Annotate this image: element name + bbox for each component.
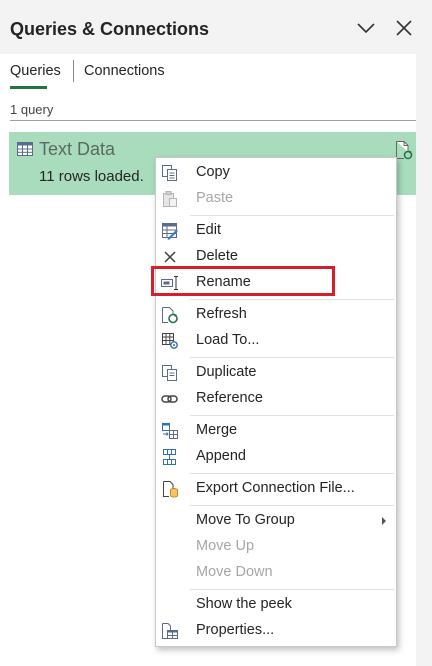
merge-icon bbox=[161, 422, 179, 440]
paste-icon bbox=[161, 190, 179, 208]
copy-icon bbox=[161, 164, 179, 182]
menu-item-properties[interactable]: Properties... bbox=[156, 619, 396, 643]
menu-item-label: Append bbox=[196, 448, 246, 464]
menu-item-label: Export Connection File... bbox=[196, 480, 355, 496]
tab-divider bbox=[73, 60, 74, 82]
menu-item-label: Copy bbox=[196, 164, 230, 180]
tab-bar: Queries Connections bbox=[0, 54, 416, 90]
menu-item-label: Duplicate bbox=[196, 364, 257, 380]
menu-item-show-the-peek[interactable]: Show the peek bbox=[156, 593, 396, 617]
menu-item-label: Merge bbox=[196, 422, 238, 438]
query-status: 11 rows loaded. bbox=[39, 168, 144, 185]
active-tab-indicator bbox=[10, 86, 47, 89]
menu-separator bbox=[190, 473, 394, 474]
menu-item-append[interactable]: Append bbox=[156, 445, 396, 469]
rename-highlight-box bbox=[151, 266, 335, 296]
menu-item-label: Properties... bbox=[196, 622, 275, 638]
menu-item-move-up[interactable]: Move Up bbox=[156, 535, 396, 559]
submenu-arrow-icon bbox=[382, 517, 386, 525]
document-refresh-icon[interactable] bbox=[395, 140, 413, 165]
close-icon bbox=[396, 20, 412, 36]
menu-item-label: Move Down bbox=[196, 564, 273, 580]
duplicate-icon bbox=[161, 364, 179, 382]
tab-queries[interactable]: Queries bbox=[10, 63, 61, 79]
pane-header: Queries & Connections bbox=[0, 0, 432, 54]
menu-item-label: Refresh bbox=[196, 306, 247, 322]
menu-item-paste[interactable]: Paste bbox=[156, 187, 396, 211]
refresh-icon bbox=[161, 306, 179, 324]
tab-connections[interactable]: Connections bbox=[84, 63, 165, 79]
edit-icon bbox=[161, 222, 179, 240]
query-name: Text Data bbox=[39, 139, 116, 159]
menu-item-label: Move To Group bbox=[196, 512, 295, 528]
menu-item-label: Move Up bbox=[196, 538, 255, 554]
menu-separator bbox=[190, 215, 394, 216]
menu-separator bbox=[190, 299, 394, 300]
export-connection-icon bbox=[161, 480, 179, 498]
menu-separator bbox=[190, 505, 394, 506]
menu-item-reference[interactable]: Reference bbox=[156, 387, 396, 411]
menu-item-label: Reference bbox=[196, 390, 263, 406]
menu-item-label: Load To... bbox=[196, 332, 260, 348]
menu-separator bbox=[190, 589, 394, 590]
menu-item-merge[interactable]: Merge bbox=[156, 419, 396, 443]
menu-item-label: Paste bbox=[196, 190, 234, 206]
menu-item-edit[interactable]: Edit bbox=[156, 219, 396, 243]
table-icon bbox=[17, 142, 33, 161]
menu-item-refresh[interactable]: Refresh bbox=[156, 303, 396, 327]
divider bbox=[10, 120, 416, 121]
menu-item-duplicate[interactable]: Duplicate bbox=[156, 361, 396, 385]
pane-title: Queries & Connections bbox=[10, 19, 210, 39]
close-pane-button[interactable] bbox=[392, 16, 416, 40]
menu-item-label: Show the peek bbox=[196, 596, 292, 612]
chevron-down-icon bbox=[357, 23, 375, 34]
pane-options-button[interactable] bbox=[354, 16, 378, 40]
menu-separator bbox=[190, 357, 394, 358]
menu-item-label: Edit bbox=[196, 222, 221, 238]
menu-item-copy[interactable]: Copy bbox=[156, 161, 396, 185]
reference-icon bbox=[161, 390, 179, 408]
query-context-menu: Copy Paste Edit Delete Rename Refresh Lo… bbox=[155, 157, 397, 647]
menu-item-load-to[interactable]: Load To... bbox=[156, 329, 396, 353]
menu-separator bbox=[190, 415, 394, 416]
menu-item-move-to-group[interactable]: Move To Group bbox=[156, 509, 396, 533]
properties-icon bbox=[161, 622, 179, 640]
query-count: 1 query bbox=[10, 102, 54, 117]
append-icon bbox=[161, 448, 179, 466]
menu-item-label: Delete bbox=[196, 248, 238, 264]
delete-icon bbox=[161, 248, 179, 266]
menu-item-export-connection-file[interactable]: Export Connection File... bbox=[156, 477, 396, 501]
load-to-icon bbox=[161, 332, 179, 350]
menu-item-move-down[interactable]: Move Down bbox=[156, 561, 396, 585]
